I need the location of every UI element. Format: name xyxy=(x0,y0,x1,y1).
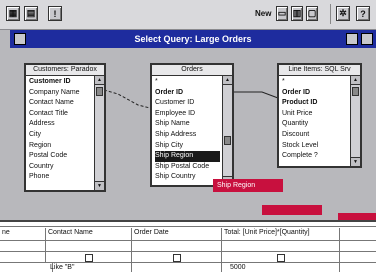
query-grid: ne Contact Name Order Date Total: [Unit … xyxy=(0,220,376,272)
field-item[interactable]: Postal Code xyxy=(29,151,92,162)
field-item[interactable]: Ship Country xyxy=(155,172,220,183)
run-query-button[interactable]: ! xyxy=(48,6,62,21)
grid-row-show xyxy=(0,252,376,263)
grid-cell-sort[interactable] xyxy=(46,241,132,251)
grid-cell-criteria[interactable]: 5000 xyxy=(222,263,340,272)
field-item[interactable]: Ship Name xyxy=(155,119,220,130)
grid-cell-criteria[interactable] xyxy=(132,263,222,272)
new-label: New xyxy=(255,9,272,18)
dragged-field-text: Ship Region xyxy=(217,182,256,189)
field-item[interactable]: City xyxy=(29,130,92,141)
grid-cell-field[interactable] xyxy=(340,228,376,240)
field-item[interactable]: Region xyxy=(29,141,92,152)
cue-cards-button[interactable]: ✲ xyxy=(336,6,350,21)
toolbar: ▦ ▤ ! New ▭ ▥ ▢ ✲ ? xyxy=(0,0,376,30)
field-item[interactable]: Discount xyxy=(282,130,348,141)
grid-cell-sort[interactable] xyxy=(132,241,222,251)
scroll-up-icon[interactable]: ▲ xyxy=(95,76,104,85)
field-item[interactable]: Ship City xyxy=(155,141,220,152)
grid-cell-sort[interactable] xyxy=(222,241,340,251)
scroll-up-icon[interactable]: ▲ xyxy=(223,76,232,85)
grid-cell-show xyxy=(0,252,46,262)
grid-cell-field[interactable]: Contact Name xyxy=(46,228,132,240)
field-item[interactable]: Unit Price xyxy=(282,109,348,120)
field-item[interactable]: Quantity xyxy=(282,119,348,130)
toolbar-separator xyxy=(330,4,331,24)
orders-scrollbar[interactable]: ▲ ▼ xyxy=(222,76,232,185)
dragged-field-label[interactable]: Ship Region xyxy=(213,179,283,192)
scroll-down-icon[interactable]: ▼ xyxy=(95,181,104,190)
table-customers-title: Customers: Paradox xyxy=(26,65,104,76)
field-item-selected[interactable]: Ship Region xyxy=(155,151,220,162)
field-item[interactable]: Order ID xyxy=(282,88,348,99)
column-selector-row[interactable] xyxy=(0,222,376,227)
field-item[interactable]: Order ID xyxy=(155,88,220,99)
grid-row-criteria: Like "B" 5000 xyxy=(0,263,376,272)
field-item[interactable]: Country xyxy=(29,162,92,173)
grid-row-sort xyxy=(0,241,376,252)
scroll-thumb[interactable] xyxy=(96,87,103,96)
drag-indicator-bar-2 xyxy=(338,213,376,220)
field-item[interactable]: Phone xyxy=(29,172,92,183)
help-button[interactable]: ? xyxy=(356,6,370,21)
new-report-button[interactable]: ▢ xyxy=(306,6,318,21)
customers-scrollbar[interactable]: ▲ ▼ xyxy=(94,76,104,190)
field-item[interactable]: * xyxy=(282,77,348,88)
table-orders[interactable]: Orders * Order ID Customer ID Employee I… xyxy=(150,63,234,187)
grid-cell-show xyxy=(222,252,340,262)
scroll-thumb[interactable] xyxy=(352,87,359,96)
field-item[interactable]: Contact Title xyxy=(29,109,92,120)
grid-cell-show xyxy=(132,252,222,262)
grid-cell-field[interactable]: Total: [Unit Price]*[Quantity] xyxy=(222,228,340,240)
join-line-orders-lineitems xyxy=(232,91,279,99)
query-design-panel: Select Query: Large Orders Customers: Pa… xyxy=(0,30,376,220)
show-checkbox[interactable] xyxy=(84,254,93,262)
new-query-button[interactable]: ▭ xyxy=(276,6,288,21)
join-line-customers-orders xyxy=(103,89,151,109)
field-item[interactable]: Employee ID xyxy=(155,109,220,120)
drag-indicator-bar xyxy=(262,205,322,215)
grid-cell-criteria[interactable] xyxy=(46,263,132,272)
table-line-items-title: Line Items: SQL Srv xyxy=(279,65,360,76)
field-item[interactable]: Customer ID xyxy=(155,98,220,109)
new-form-button[interactable]: ▥ xyxy=(291,6,303,21)
field-item[interactable]: Address xyxy=(29,119,92,130)
field-item[interactable]: Customer ID xyxy=(29,77,92,88)
grid-cell-sort[interactable] xyxy=(0,241,46,251)
grid-cell-show xyxy=(46,252,132,262)
field-item[interactable]: Ship Address xyxy=(155,130,220,141)
design-view-button[interactable]: ▦ xyxy=(6,6,20,21)
table-line-items[interactable]: Line Items: SQL Srv * Order ID Product I… xyxy=(277,63,362,168)
grid-row-field: ne Contact Name Order Date Total: [Unit … xyxy=(0,228,376,241)
field-item[interactable]: Stock Level xyxy=(282,141,348,152)
field-item[interactable]: Contact Name xyxy=(29,98,92,109)
scroll-up-icon[interactable]: ▲ xyxy=(351,76,360,85)
scroll-down-icon[interactable]: ▼ xyxy=(351,157,360,166)
table-customers[interactable]: Customers: Paradox Customer ID Company N… xyxy=(24,63,106,192)
line-items-scrollbar[interactable]: ▲ ▼ xyxy=(350,76,360,166)
field-item[interactable]: * xyxy=(155,77,220,88)
field-item[interactable]: Complete ? xyxy=(282,151,348,162)
grid-cell-field[interactable]: ne xyxy=(0,228,46,240)
scroll-thumb[interactable] xyxy=(224,136,231,145)
field-item[interactable]: Product ID xyxy=(282,98,348,109)
show-checkbox[interactable] xyxy=(276,254,285,262)
grid-cell-field[interactable]: Order Date xyxy=(132,228,222,240)
datasheet-view-button[interactable]: ▤ xyxy=(24,6,38,21)
table-orders-title: Orders xyxy=(152,65,232,76)
show-checkbox[interactable] xyxy=(172,254,181,262)
field-item[interactable]: Company Name xyxy=(29,88,92,99)
field-item[interactable]: Ship Postal Code xyxy=(155,162,220,173)
